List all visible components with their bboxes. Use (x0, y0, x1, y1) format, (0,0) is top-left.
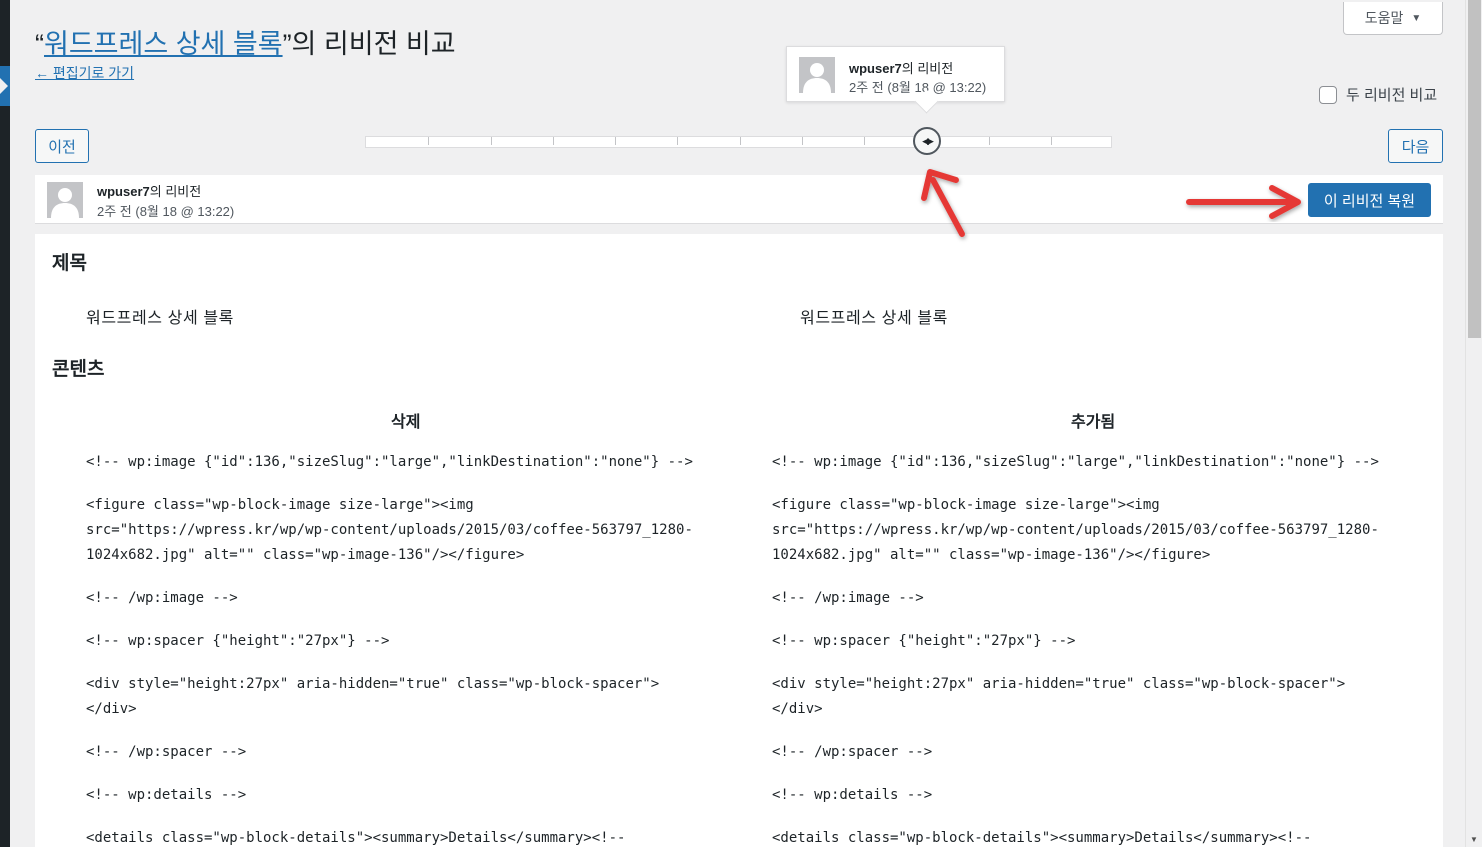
page-title: “워드프레스 상세 블록”의 리비전 비교 (35, 22, 456, 61)
code-line: <!-- /wp:image --> (772, 590, 924, 606)
code-gap (772, 568, 1422, 586)
code-gap (772, 654, 1422, 672)
code-gap (772, 808, 1422, 826)
caret-down-icon: ▼ (1411, 12, 1422, 24)
code-gap (86, 765, 736, 783)
code-line: 1024x682.jpg" alt="" class="wp-image-136… (86, 547, 525, 563)
code-line: <!-- wp:spacer {"height":"27px"} --> (772, 633, 1076, 649)
code-line: <div style="height:27px" aria-hidden="tr… (86, 676, 660, 692)
diff-panel: 제목 워드프레스 상세 블록 워드프레스 상세 블록 콘텐츠 삭제 추가됨 <!… (35, 234, 1443, 847)
removed-column-header: 삭제 (391, 414, 421, 431)
code-line: src="https://wpress.kr/wp/wp-content/upl… (86, 522, 693, 538)
slider-tick (615, 137, 616, 145)
back-to-editor-link[interactable]: ← 편집기로 가기 (35, 63, 134, 83)
code-gap (86, 722, 736, 740)
slider-tick (677, 137, 679, 145)
slider-tick (739, 137, 741, 145)
avatar-icon (799, 57, 835, 93)
avatar-icon (47, 182, 83, 218)
compare-two-revisions-toggle[interactable]: 두 리비전 비교 (1319, 84, 1437, 105)
code-line: <details class="wp-block-details"><summa… (86, 830, 626, 846)
title-section-heading: 제목 (52, 253, 87, 274)
removed-content-column: <!-- wp:image {"id":136,"sizeSlug":"larg… (86, 450, 736, 847)
revision-author-name: wpuser7 (97, 184, 150, 199)
slider-tick (428, 137, 430, 145)
title-suffix: ”의 리비전 비교 (282, 29, 456, 59)
slider-handle[interactable]: ◀▶ (913, 127, 941, 155)
restore-revision-button[interactable]: 이 리비전 복원 (1308, 183, 1431, 217)
code-gap (86, 654, 736, 672)
code-line: <!-- /wp:spacer --> (772, 744, 933, 760)
revision-time: 2주 전 (8월 18 @ 13:22) (97, 204, 235, 219)
compare-label: 두 리비전 비교 (1346, 87, 1438, 104)
slider-tick (864, 137, 865, 145)
content-section-heading: 콘텐츠 (52, 359, 105, 380)
code-line: </div> (86, 701, 137, 717)
previous-button[interactable]: 이전 (35, 129, 89, 163)
tooltip-author-suffix: 의 리비전 (901, 61, 954, 76)
code-line: <figure class="wp-block-image size-large… (86, 497, 474, 513)
code-line: <details class="wp-block-details"><summa… (772, 830, 1312, 846)
code-gap (772, 722, 1422, 740)
revision-tooltip: wpuser7의 리비전 2주 전 (8월 18 @ 13:22) (786, 46, 1005, 102)
slider-tick (490, 137, 492, 145)
added-content-column: <!-- wp:image {"id":136,"sizeSlug":"larg… (772, 450, 1422, 847)
code-line: <div style="height:27px" aria-hidden="tr… (772, 676, 1346, 692)
code-gap (772, 765, 1422, 783)
post-title-link[interactable]: 워드프레스 상세 블록 (44, 29, 283, 59)
code-line: src="https://wpress.kr/wp/wp-content/upl… (772, 522, 1379, 538)
code-line: <!-- /wp:spacer --> (86, 744, 247, 760)
code-gap (86, 611, 736, 629)
revision-author: wpuser7의 리비전 (97, 181, 201, 200)
revision-meta-bar: wpuser7의 리비전 2주 전 (8월 18 @ 13:22) (35, 175, 1443, 224)
scroll-down-arrow-icon[interactable]: ▼ (1470, 835, 1478, 844)
slider-tick (801, 137, 803, 145)
admin-menu-current-indicator (0, 66, 10, 106)
compare-checkbox[interactable] (1319, 85, 1337, 104)
code-line: <!-- /wp:image --> (86, 590, 238, 606)
next-button[interactable]: 다음 (1388, 129, 1443, 163)
code-line: <figure class="wp-block-image size-large… (772, 497, 1160, 513)
tooltip-author-name: wpuser7 (849, 61, 902, 76)
code-gap (86, 568, 736, 586)
tooltip-time: 2주 전 (8월 18 @ 13:22) (849, 80, 987, 95)
title-open-quote: “ (35, 29, 44, 59)
revision-author-suffix: 의 리비전 (149, 184, 202, 199)
code-line: 1024x682.jpg" alt="" class="wp-image-136… (772, 547, 1211, 563)
revision-slider-track[interactable] (365, 136, 1112, 148)
code-gap (86, 475, 736, 493)
code-line: <!-- wp:image {"id":136,"sizeSlug":"larg… (772, 454, 1379, 470)
code-line: <!-- wp:image {"id":136,"sizeSlug":"larg… (86, 454, 693, 470)
slider-tick (552, 137, 554, 145)
slider-tick (988, 137, 990, 145)
help-tab-label: 도움말 (1364, 10, 1404, 26)
slider-tick (1050, 137, 1052, 145)
title-new-value: 워드프레스 상세 블록 (800, 310, 948, 327)
code-line: <!-- wp:spacer {"height":"27px"} --> (86, 633, 390, 649)
page-scrollbar[interactable]: ▼ (1465, 0, 1482, 847)
added-column-header: 추가됨 (1071, 414, 1116, 431)
tooltip-author: wpuser7의 리비전 (849, 58, 953, 77)
code-gap (772, 475, 1422, 493)
help-tab-button[interactable]: 도움말 ▼ (1343, 2, 1443, 35)
code-line: </div> (772, 701, 823, 717)
scrollbar-thumb[interactable] (1468, 0, 1481, 338)
code-line: <!-- wp:details --> (772, 787, 933, 803)
title-old-value: 워드프레스 상세 블록 (86, 310, 234, 327)
code-gap (86, 808, 736, 826)
code-line: <!-- wp:details --> (86, 787, 247, 803)
code-gap (772, 611, 1422, 629)
admin-sidebar-edge (0, 0, 10, 847)
left-right-arrows-icon: ◀▶ (922, 135, 934, 146)
